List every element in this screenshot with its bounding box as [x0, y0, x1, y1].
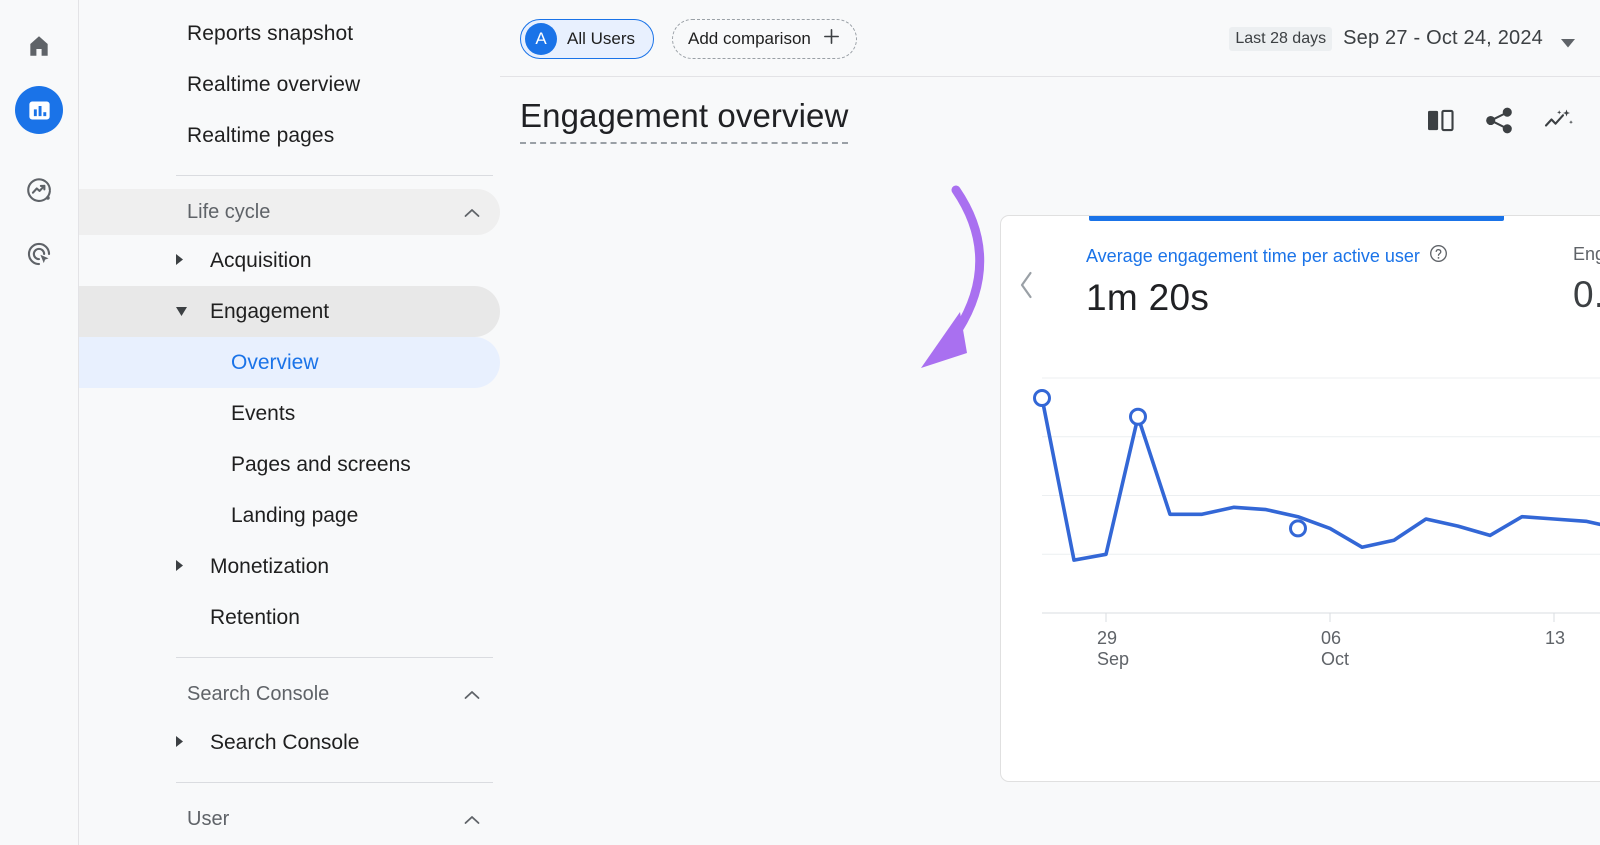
x-axis-tick-label: 06	[1321, 628, 1341, 648]
sidebar-group-monetization[interactable]: Monetization	[79, 541, 500, 592]
divider	[176, 175, 493, 176]
compare-icon[interactable]	[1426, 108, 1455, 138]
engagement-time-chart: 3m 20s2m 30s1m 40s50s0s29Sep06Oct1320	[1001, 341, 1600, 781]
rail-item-home[interactable]	[15, 22, 63, 70]
home-icon	[26, 33, 52, 59]
sidebar-group-retention[interactable]: Retention	[79, 592, 500, 643]
triangle-down-icon	[176, 303, 194, 321]
sidebar-item-events[interactable]: Events	[79, 388, 500, 439]
date-range-badge: Last 28 days	[1229, 26, 1333, 51]
report-toolbar: A All Users Add comparison Last 28 days …	[500, 0, 1600, 77]
metric-label: Average engagement time per active user	[1086, 245, 1420, 266]
x-axis-tick-label: Sep	[1097, 649, 1129, 669]
date-range-picker[interactable]: Last 28 days Sep 27 - Oct 24, 2024	[1229, 26, 1575, 51]
sidebar-section-label: User	[187, 807, 230, 830]
page-header: Engagement overview	[500, 77, 1600, 144]
sidebar-item-label: Reports snapshot	[187, 21, 354, 45]
sidebar-section-label: Life cycle	[187, 200, 271, 223]
divider	[176, 657, 493, 658]
sidebar-item-label: Realtime pages	[187, 123, 335, 147]
sidebar-item-pages-and-screens[interactable]: Pages and screens	[79, 439, 500, 490]
metric-card: Average engagement time per active user …	[1000, 215, 1600, 782]
sidebar-group-label: Monetization	[210, 554, 330, 578]
page-title: Engagement overview	[520, 97, 849, 144]
audience-chip-label: All Users	[567, 28, 636, 48]
sidebar-section-label: Search Console	[187, 682, 330, 705]
add-comparison-button[interactable]: Add comparison	[672, 18, 857, 59]
sidebar-item-label: Pages and screens	[231, 452, 411, 476]
sidebar-item-label: Realtime overview	[187, 72, 361, 96]
plus-icon	[822, 27, 841, 51]
sidebar-group-engagement[interactable]: Engagement	[79, 286, 500, 337]
page-actions	[1426, 97, 1574, 139]
audience-chip-all-users[interactable]: A All Users	[520, 18, 655, 59]
sidebar-group-label: Acquisition	[210, 248, 312, 272]
audience-avatar: A	[525, 22, 557, 55]
caret-down-icon	[1561, 35, 1575, 47]
rail-item-advertising[interactable]	[15, 230, 63, 278]
divider	[176, 782, 493, 783]
chart-data-point	[1033, 388, 1051, 407]
date-range-text: Sep 27 - Oct 24, 2024	[1343, 27, 1543, 49]
sidebar-item-label: Events	[231, 401, 296, 425]
metric-value: 1m 20s	[1086, 277, 1210, 318]
triangle-right-icon	[176, 252, 194, 270]
line-chart-svg: 3m 20s2m 30s1m 40s50s0s29Sep06Oct1320	[1033, 377, 1600, 669]
chevron-up-icon	[464, 205, 480, 219]
triangle-right-icon	[176, 558, 194, 576]
triangle-right-icon	[176, 734, 194, 752]
sidebar-section-user[interactable]: User	[79, 796, 500, 842]
metric-value: 0.76	[1573, 274, 1600, 315]
chevron-up-icon	[464, 812, 480, 826]
main-content: A All Users Add comparison Last 28 days …	[500, 0, 1600, 845]
sidebar-group-label: Retention	[210, 605, 300, 629]
metric-prev-button[interactable]	[1011, 270, 1041, 300]
sidebar-item-reports-snapshot[interactable]: Reports snapshot	[79, 8, 500, 59]
icon-rail	[0, 0, 79, 845]
metric-average-engagement-time[interactable]: Average engagement time per active user …	[1086, 244, 1448, 319]
sidebar-group-label: Engagement	[210, 299, 330, 323]
reports-icon	[26, 97, 53, 124]
metric-label: Engaged sessions per active us	[1573, 244, 1600, 264]
metric-carousel: Average engagement time per active user …	[1001, 216, 1600, 336]
help-circle-icon[interactable]	[1429, 244, 1448, 268]
metric-engaged-sessions[interactable]: Engaged sessions per active us 0.76	[1573, 244, 1600, 316]
insights-icon[interactable]	[1544, 108, 1574, 139]
explore-icon	[25, 176, 53, 204]
chart-data-point	[1129, 407, 1147, 426]
rail-item-reports[interactable]	[15, 86, 63, 134]
add-comparison-label: Add comparison	[688, 28, 811, 48]
sidebar-group-label: Search Console	[210, 730, 360, 754]
sidebar-nav: Reports snapshot Realtime overview Realt…	[79, 0, 500, 845]
x-axis-tick-label: Oct	[1321, 649, 1349, 669]
rail-item-explore[interactable]	[15, 166, 63, 214]
sidebar-item-landing-page[interactable]: Landing page	[79, 490, 500, 541]
sidebar-item-overview[interactable]: Overview	[79, 337, 500, 388]
sidebar-section-life-cycle[interactable]: Life cycle	[79, 189, 500, 235]
x-axis-tick-label: 13	[1545, 628, 1565, 648]
sidebar-group-search-console[interactable]: Search Console	[79, 717, 500, 768]
chevron-up-icon	[464, 687, 480, 701]
sidebar-group-acquisition[interactable]: Acquisition	[79, 235, 500, 286]
annotation-arrow	[910, 180, 1010, 385]
sidebar-item-realtime-overview[interactable]: Realtime overview	[79, 59, 500, 110]
sidebar-section-search-console[interactable]: Search Console	[79, 671, 500, 717]
sidebar-item-label: Overview	[231, 350, 319, 374]
share-icon[interactable]	[1485, 107, 1514, 139]
sidebar-item-label: Landing page	[231, 503, 359, 527]
chart-data-point	[1289, 519, 1307, 538]
sidebar-item-realtime-pages[interactable]: Realtime pages	[79, 110, 500, 161]
x-axis-tick-label: 29	[1097, 628, 1117, 648]
chart-line	[1040, 396, 1600, 562]
advertising-icon	[25, 240, 53, 268]
